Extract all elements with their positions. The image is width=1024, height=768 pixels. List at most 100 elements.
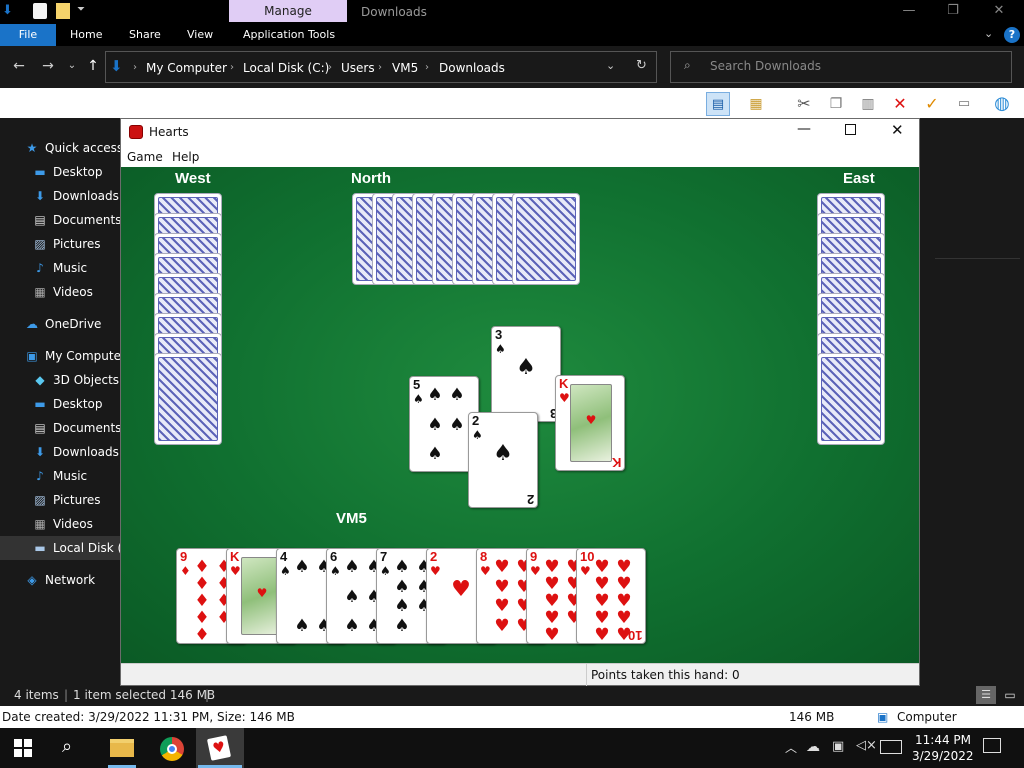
hearts-window-title: Hearts: [149, 125, 189, 139]
close-icon[interactable]: ✕: [976, 0, 1022, 22]
breadcrumb-users[interactable]: Users: [341, 60, 375, 76]
nav-item-videos[interactable]: ▦ Videos: [0, 280, 120, 304]
refresh-icon[interactable]: ↻: [636, 58, 647, 73]
nav-item-3d-objects[interactable]: ◆ 3D Objects: [0, 368, 120, 392]
menu-game[interactable]: Game: [127, 150, 163, 164]
nav-item-label: My Computer: [45, 349, 120, 363]
trick-card: K ♥ ♥ K: [555, 375, 625, 471]
tab-file[interactable]: File: [0, 24, 56, 46]
network-icon[interactable]: ▣: [832, 739, 844, 754]
nav-item-network[interactable]: ◈ Network: [0, 568, 120, 592]
tab-home[interactable]: Home: [70, 24, 102, 46]
nav-item-label: Videos: [53, 517, 93, 531]
document-icon: ▤: [34, 213, 46, 227]
close-icon[interactable]: ✕: [891, 121, 904, 139]
chrome-icon[interactable]: [160, 737, 184, 761]
nav-item-label: Quick access: [45, 141, 120, 155]
suit-pip-icon: ♠: [516, 355, 536, 380]
address-dropdown-icon[interactable]: ⌄: [606, 59, 615, 72]
back-icon[interactable]: ←: [8, 55, 30, 77]
search-placeholder: Search Downloads: [710, 59, 821, 73]
hearts-app-icon: ♥: [206, 735, 232, 761]
breadcrumb-separator-icon[interactable]: ›: [425, 60, 429, 76]
nav-item-music[interactable]: ♪ Music: [0, 256, 120, 280]
nav-item-desktop[interactable]: ▬ Desktop: [0, 160, 120, 184]
nav-item-label: Desktop: [53, 165, 103, 179]
tab-application-tools[interactable]: Application Tools: [243, 24, 335, 46]
keyboard-icon[interactable]: [880, 740, 902, 754]
preview-pane-icon[interactable]: ▤: [706, 92, 730, 116]
breadcrumb-separator-icon[interactable]: ›: [133, 60, 137, 76]
volume-muted-icon[interactable]: ◁×: [856, 738, 877, 753]
breadcrumb-vm5[interactable]: VM5: [392, 60, 418, 76]
customize-toolbar-icon[interactable]: ⏷: [77, 4, 85, 15]
nav-item-pictures[interactable]: ▨ Pictures: [0, 232, 120, 256]
breadcrumb-downloads[interactable]: Downloads: [439, 60, 505, 76]
cut-icon[interactable]: ✂: [792, 92, 816, 116]
globe-icon[interactable]: ◍: [990, 92, 1014, 116]
nav-item-pictures[interactable]: ▨ Pictures: [0, 488, 120, 512]
delete-icon[interactable]: ✕: [888, 92, 912, 116]
copy-icon[interactable]: ❐: [824, 92, 848, 116]
nav-item-onedrive[interactable]: ☁ OneDrive: [0, 312, 120, 336]
tab-view[interactable]: View: [187, 24, 213, 46]
minimize-icon[interactable]: —: [886, 0, 932, 22]
clock-date[interactable]: 3/29/2022: [912, 749, 974, 763]
maximize-icon[interactable]: ❐: [930, 0, 976, 22]
nav-item-label: Local Disk (C: [53, 541, 120, 555]
details-bar: Date created: 3/29/2022 11:31 PM, Size: …: [0, 706, 1024, 728]
card-suit: ♠: [330, 564, 341, 578]
card-rank-bottom: K: [611, 455, 621, 470]
hearts-taskbar-button[interactable]: ♥: [196, 728, 244, 768]
breadcrumb-separator-icon[interactable]: ›: [378, 60, 382, 76]
maximize-icon[interactable]: [845, 124, 856, 135]
start-icon[interactable]: [14, 739, 32, 757]
nav-item-my-computer[interactable]: ▣ My Computer: [0, 344, 120, 368]
file-explorer-icon[interactable]: [110, 739, 134, 757]
nav-item-documents[interactable]: ▤ Documents: [0, 208, 120, 232]
item-count: 4 items: [14, 688, 59, 702]
star-icon: ★: [26, 141, 38, 155]
breadcrumb-separator-icon[interactable]: ›: [230, 60, 234, 76]
help-icon[interactable]: ?: [1004, 27, 1020, 43]
forward-icon[interactable]: →: [37, 55, 59, 77]
checkmark-icon[interactable]: ✓: [920, 92, 944, 116]
explorer-status-bar: 4 items | 1 item selected 146 MB | ☰ ▭: [0, 686, 1024, 706]
nav-item-downloads[interactable]: ⬇ Downloads: [0, 184, 120, 208]
show-hidden-icons-icon[interactable]: ︿: [785, 739, 797, 756]
expand-ribbon-icon[interactable]: ⌄: [984, 27, 993, 40]
breadcrumb-my-computer[interactable]: My Computer: [146, 60, 227, 76]
minimize-icon[interactable]: —: [797, 121, 811, 137]
hearts-app-icon: [129, 125, 143, 139]
menu-help[interactable]: Help: [172, 150, 199, 164]
nav-item-documents[interactable]: ▤ Documents: [0, 416, 120, 440]
large-icons-view-icon[interactable]: ▭: [1000, 686, 1020, 704]
properties-icon[interactable]: [33, 3, 47, 19]
hand-card[interactable]: 10 ♥ ♥ ♥ ♥ ♥ ♥ ♥ ♥ ♥ ♥ ♥ 10: [576, 548, 646, 644]
manage-tab[interactable]: Manage: [229, 0, 347, 22]
clock-time[interactable]: 11:44 PM: [915, 733, 971, 747]
nav-item-music[interactable]: ♪ Music: [0, 464, 120, 488]
nav-item-videos[interactable]: ▦ Videos: [0, 512, 120, 536]
breadcrumb-separator-icon[interactable]: ›: [328, 60, 332, 76]
nav-item-desktop[interactable]: ▬ Desktop: [0, 392, 120, 416]
recent-locations-icon[interactable]: ⌄: [61, 55, 83, 77]
tab-share[interactable]: Share: [129, 24, 161, 46]
download-icon: ⬇: [34, 445, 46, 459]
properties-icon[interactable]: ▦: [744, 92, 768, 116]
cloud-icon[interactable]: ☁: [806, 739, 820, 755]
new-folder-icon[interactable]: [56, 3, 70, 19]
breadcrumb-local-disk[interactable]: Local Disk (C:): [243, 60, 329, 76]
notifications-icon[interactable]: [983, 738, 1001, 753]
rename-icon[interactable]: ▭: [952, 92, 976, 116]
up-icon[interactable]: ↑: [82, 55, 104, 77]
nav-item-local-disk-c[interactable]: ▬ Local Disk (C: [0, 536, 120, 560]
nav-item-downloads[interactable]: ⬇ Downloads: [0, 440, 120, 464]
card-suit: ♠: [280, 564, 291, 578]
trick-card: 3 ♠ ♠ 3: [491, 326, 561, 422]
nav-item-quick-access[interactable]: ★ Quick access: [0, 136, 120, 160]
details-view-icon[interactable]: ☰: [976, 686, 996, 704]
search-icon[interactable]: ⌕: [62, 736, 72, 757]
download-icon[interactable]: ⬇: [2, 3, 16, 19]
paste-icon[interactable]: ▥: [856, 92, 880, 116]
